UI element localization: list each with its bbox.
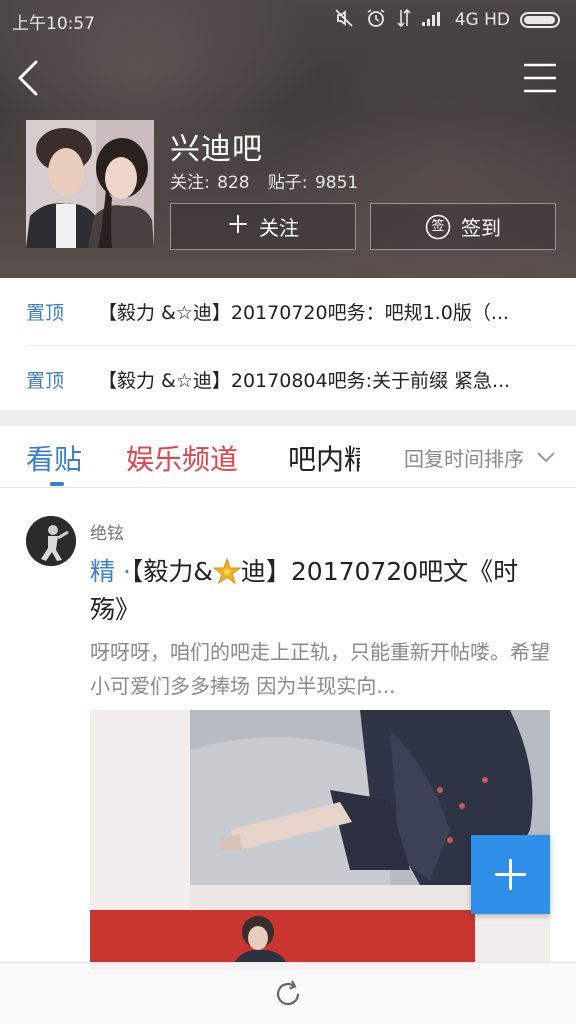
pinned-item[interactable]: 置顶 【毅力 &☆迪】20170804吧务:关于前缀 紧急... [26, 345, 576, 412]
network-type: 4G HD [454, 10, 510, 30]
post-title-part: 【毅力& [130, 557, 213, 586]
tab-bar: 看贴 娱乐频道 吧内精 回复时间排序 [0, 426, 576, 488]
status-time: 上午10:57 [12, 14, 95, 34]
signin-button[interactable]: 签 签到 [370, 203, 556, 250]
forum-avatar[interactable] [26, 120, 154, 248]
pinned-item[interactable]: 置顶 【毅力 &☆迪】20170720吧务：吧规1.0版（... [0, 278, 576, 345]
post-title[interactable]: 精 ·【毅力& 迪】20170720吧文《时殇》 [90, 553, 550, 629]
posts-count: 9851 [314, 173, 359, 193]
status-icons: 4G HD [333, 6, 560, 34]
forum-stats: 关注: 828 贴子: 9851 [170, 168, 360, 193]
data-transfer-icon [397, 7, 411, 34]
forum-header: 上午10:57 4G HD 兴迪吧 关注: 828 贴子: 9851 关注 签 … [0, 0, 576, 278]
bottom-bar [0, 962, 576, 1024]
signin-stamp-char: 签 [431, 218, 445, 234]
refresh-icon[interactable] [272, 978, 304, 1010]
tab-featured[interactable]: 吧内精 [288, 438, 360, 478]
section-divider [0, 410, 576, 426]
forum-name: 兴迪吧 [170, 132, 263, 167]
follow-label: 关注 [259, 216, 299, 240]
signin-stamp-icon: 签 [425, 214, 451, 240]
active-tab-indicator [50, 482, 64, 486]
follow-button[interactable]: 关注 [170, 203, 356, 250]
post-excerpt: 呀呀呀，咱们的吧走上正轨，只能重新开帖喽。希望小可爱们多多捧场 因为半现实向..… [90, 640, 550, 698]
new-post-button[interactable] [471, 835, 550, 914]
sort-dropdown[interactable]: 回复时间排序 [398, 440, 556, 474]
featured-badge: 精 · [90, 557, 131, 586]
followers-label: 关注: [170, 173, 210, 193]
pinned-tag: 置顶 [26, 369, 65, 392]
status-bar: 上午10:57 4G HD [0, 0, 576, 40]
followers-count: 828 [217, 173, 250, 193]
signin-label: 签到 [461, 216, 501, 240]
plus-icon [227, 213, 249, 240]
battery-icon [520, 12, 560, 28]
tab-entertainment[interactable]: 娱乐频道 [126, 438, 238, 478]
alarm-icon [365, 7, 387, 34]
pinned-title: 【毅力 &☆迪】20170804吧务:关于前缀 紧急... [98, 369, 511, 392]
mute-icon [333, 7, 355, 34]
back-button[interactable] [12, 56, 48, 100]
pinned-title: 【毅力 &☆迪】20170720吧务：吧规1.0版（... [98, 302, 509, 324]
pinned-list: 置顶 【毅力 &☆迪】20170720吧务：吧规1.0版（... 置顶 【毅力 … [0, 278, 576, 412]
pinned-tag: 置顶 [26, 302, 65, 324]
posts-label: 贴子: [267, 173, 308, 193]
tab-kantie[interactable]: 看贴 [26, 438, 82, 478]
sort-label: 回复时间排序 [404, 446, 524, 471]
star-emoji-icon [212, 557, 242, 585]
user-avatar[interactable] [26, 516, 76, 566]
post-username[interactable]: 绝铉 [90, 519, 124, 544]
signal-icon [421, 9, 445, 32]
menu-button[interactable] [520, 60, 560, 96]
chevron-down-icon [536, 448, 556, 467]
